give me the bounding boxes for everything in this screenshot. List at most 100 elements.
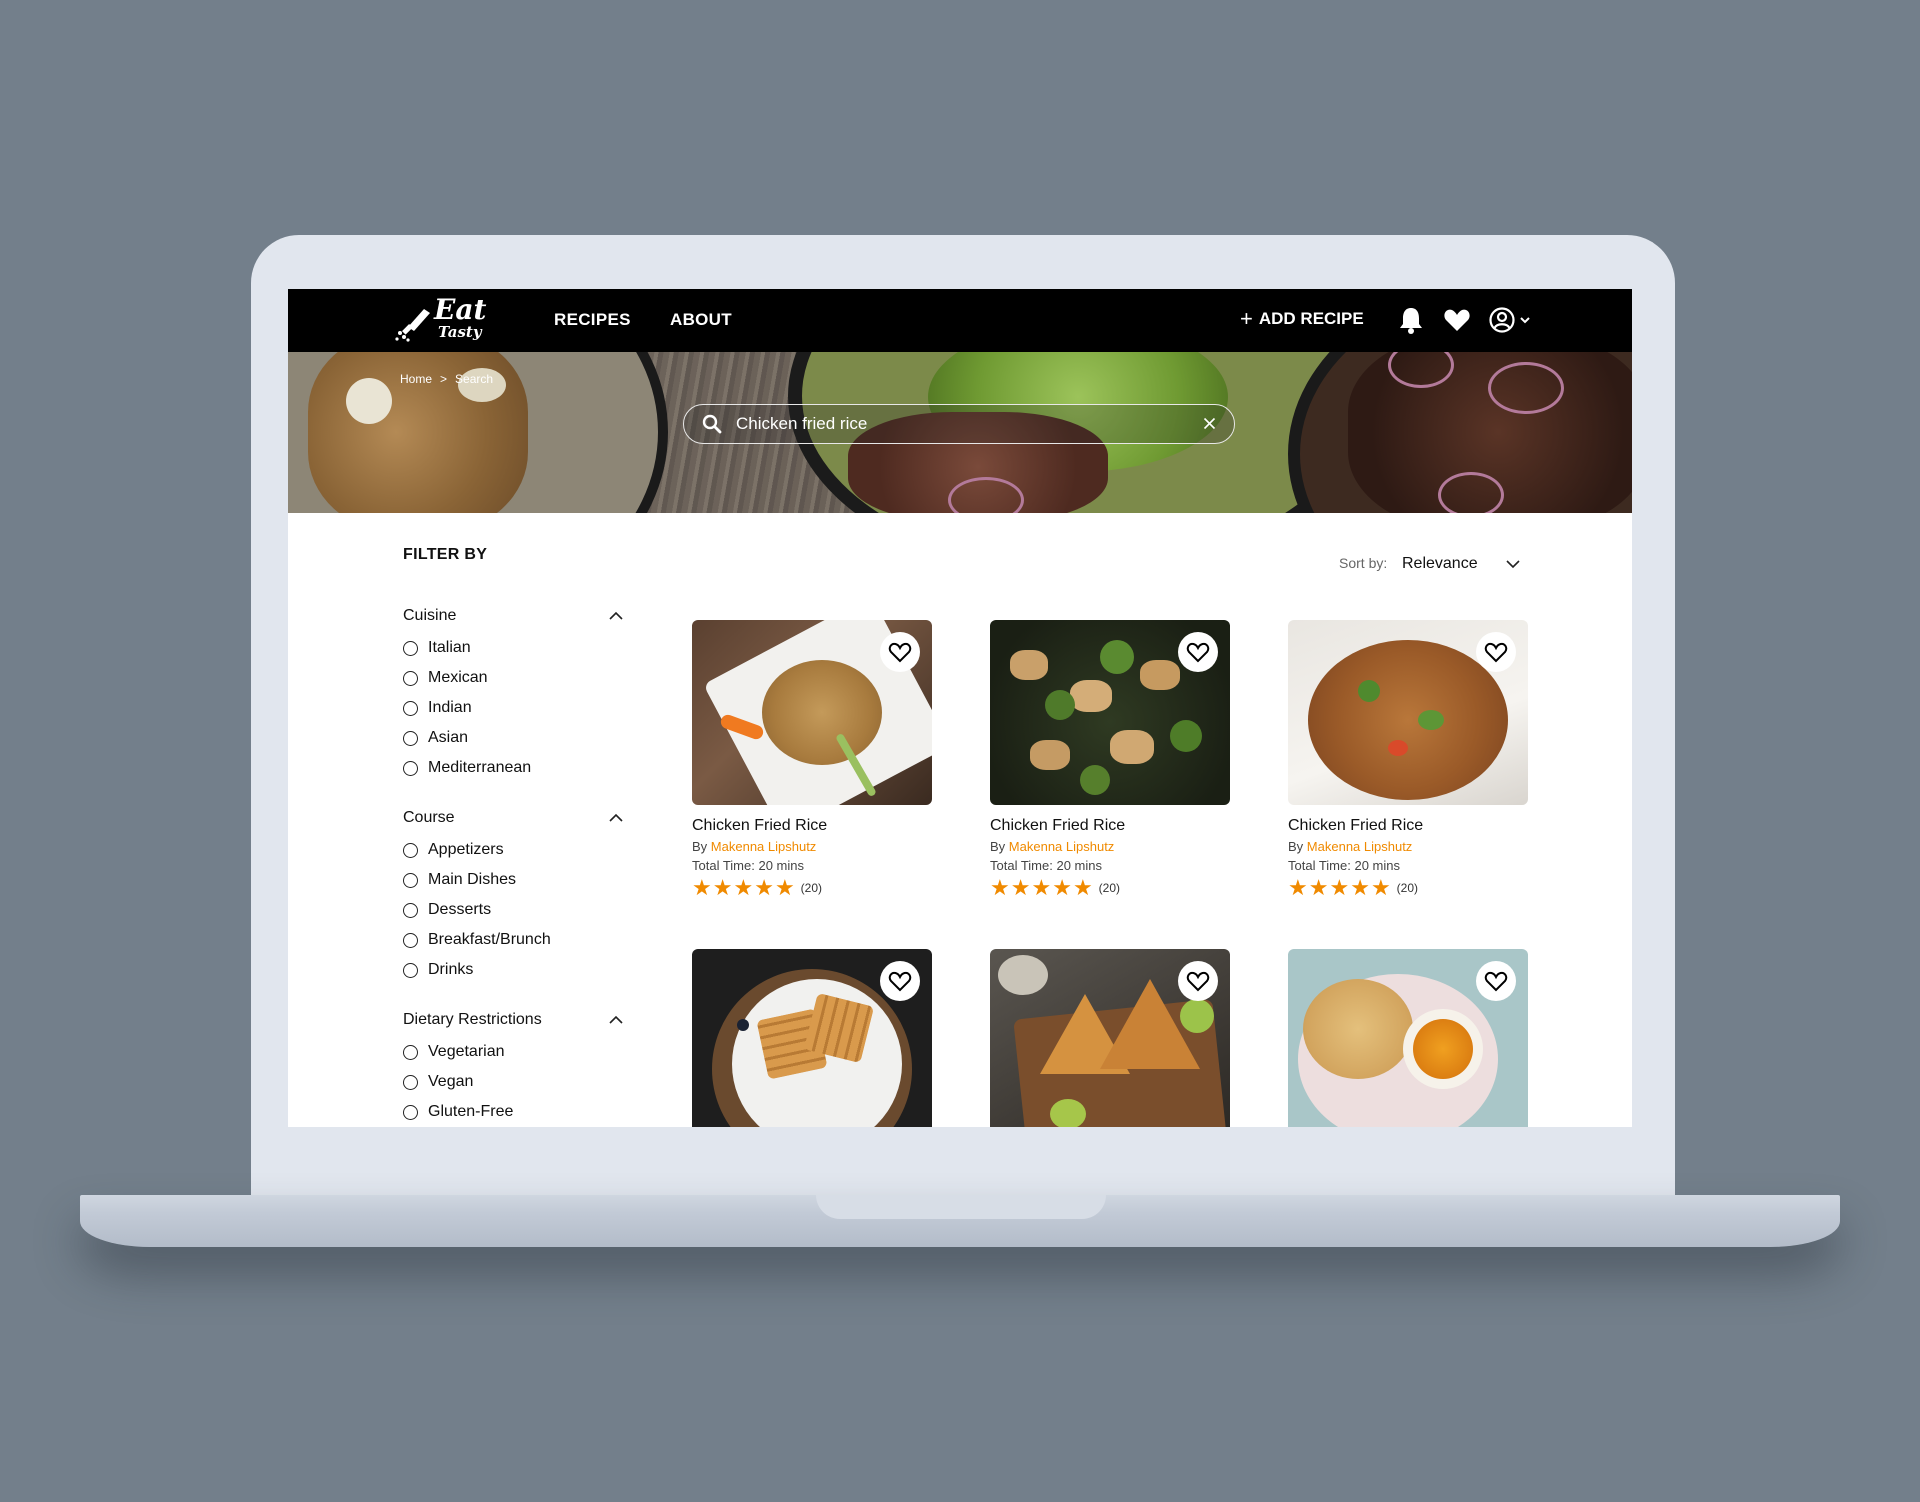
- recipe-author-link[interactable]: Makenna Lipshutz: [1307, 839, 1413, 854]
- filter-option[interactable]: Vegan: [403, 1067, 625, 1097]
- star-icon: ★: [1370, 875, 1391, 900]
- recipe-image-puri-curry[interactable]: [1288, 949, 1528, 1127]
- broccoli: [1100, 640, 1134, 674]
- recipe-title[interactable]: Chicken Fried Rice: [990, 817, 1230, 835]
- radio-button[interactable]: [403, 842, 418, 858]
- radio-button[interactable]: [403, 1074, 418, 1090]
- broccoli: [1170, 720, 1202, 752]
- filter-group-title: Dietary Restrictions: [403, 1011, 542, 1028]
- filter-group-header[interactable]: Dietary Restrictions: [403, 1007, 625, 1037]
- nav-about-link[interactable]: ABOUT: [670, 310, 732, 330]
- recipe-byline: By Makenna Lipshutz: [692, 839, 932, 854]
- filter-option[interactable]: Asian: [403, 723, 625, 753]
- radio-button[interactable]: [403, 1044, 418, 1060]
- chicken: [1140, 660, 1180, 690]
- chevron-down-icon[interactable]: [1520, 316, 1530, 324]
- radio-button[interactable]: [403, 700, 418, 716]
- filter-option[interactable]: Gluten-Free: [403, 1097, 625, 1127]
- favorite-button[interactable]: [1178, 632, 1218, 672]
- radio-button[interactable]: [403, 902, 418, 918]
- recipe-card[interactable]: Chicken Fried Rice By Makenna Lipshutz T…: [692, 620, 932, 899]
- radio-button[interactable]: [403, 640, 418, 656]
- filter-option[interactable]: Desserts: [403, 895, 625, 925]
- chef-knife-icon: [395, 309, 430, 342]
- chevron-down-icon[interactable]: [1506, 560, 1520, 569]
- hero-onion: [1438, 472, 1504, 513]
- filter-option[interactable]: Drinks: [403, 955, 625, 985]
- user-account-icon[interactable]: [1488, 306, 1516, 334]
- filter-option-label: Italian: [428, 639, 471, 656]
- filter-option[interactable]: Main Dishes: [403, 865, 625, 895]
- radio-button[interactable]: [403, 932, 418, 948]
- star-icon: ★: [1350, 875, 1370, 900]
- bell-icon[interactable]: [1398, 306, 1424, 334]
- filter-group-title: Cuisine: [403, 607, 457, 624]
- lime: [1050, 1099, 1086, 1127]
- filter-group-header[interactable]: Cuisine: [403, 603, 625, 633]
- recipe-author-link[interactable]: Makenna Lipshutz: [711, 839, 817, 854]
- filter-option[interactable]: Indian: [403, 693, 625, 723]
- favorite-button[interactable]: [880, 632, 920, 672]
- filter-option-label: Breakfast/Brunch: [428, 931, 551, 948]
- nav-recipes-link[interactable]: RECIPES: [554, 310, 631, 330]
- chevron-up-icon[interactable]: [609, 611, 623, 620]
- search-query-text[interactable]: Chicken fried rice: [736, 414, 867, 434]
- radio-button[interactable]: [403, 760, 418, 776]
- favorite-button[interactable]: [1178, 961, 1218, 1001]
- recipe-card[interactable]: Chicken Fried Rice By Makenna Lipshutz T…: [990, 620, 1230, 899]
- recipe-card[interactable]: [692, 949, 932, 1127]
- filter-group-header[interactable]: Course: [403, 805, 625, 835]
- close-icon[interactable]: [1203, 417, 1216, 430]
- radio-button[interactable]: [403, 1104, 418, 1120]
- radio-button[interactable]: [403, 670, 418, 686]
- star-icon: ★: [1288, 875, 1308, 900]
- logo-word-tasty: Tasty: [438, 323, 482, 341]
- recipe-author-link[interactable]: Makenna Lipshutz: [1009, 839, 1115, 854]
- radio-button[interactable]: [403, 872, 418, 888]
- recipe-image-fried-rice[interactable]: [692, 620, 932, 805]
- breadcrumb-home-link[interactable]: Home: [400, 372, 432, 386]
- recipe-title[interactable]: Chicken Fried Rice: [1288, 817, 1528, 835]
- filter-option[interactable]: Italian: [403, 633, 625, 663]
- add-recipe-button[interactable]: + ADD RECIPE: [1240, 308, 1364, 330]
- recipe-card[interactable]: Chicken Fried Rice By Makenna Lipshutz T…: [1288, 620, 1528, 899]
- brand-logo[interactable]: Eat Tasty: [394, 293, 486, 345]
- filter-option[interactable]: Appetizers: [403, 835, 625, 865]
- filter-option-label: Drinks: [428, 961, 474, 978]
- sort-dropdown[interactable]: Relevance: [1402, 555, 1478, 573]
- recipe-image-waffles[interactable]: [692, 949, 932, 1127]
- recipe-image-chicken-broccoli[interactable]: [990, 620, 1230, 805]
- recipe-card[interactable]: [1288, 949, 1528, 1127]
- favorite-button[interactable]: [1476, 632, 1516, 672]
- filter-option[interactable]: Mexican: [403, 663, 625, 693]
- favorite-button[interactable]: [1476, 961, 1516, 1001]
- chevron-up-icon[interactable]: [609, 813, 623, 822]
- recipe-byline: By Makenna Lipshutz: [1288, 839, 1528, 854]
- star-icon: ★: [774, 875, 795, 900]
- recipe-image-samosas[interactable]: [990, 949, 1230, 1127]
- filter-option-label: Mediterranean: [428, 759, 532, 776]
- broccoli: [1080, 765, 1110, 795]
- filter-group-title: Course: [403, 809, 455, 826]
- recipe-title[interactable]: Chicken Fried Rice: [692, 817, 932, 835]
- radio-button[interactable]: [403, 730, 418, 746]
- heart-icon[interactable]: [1443, 306, 1471, 334]
- filter-option[interactable]: Mediterranean: [403, 753, 625, 783]
- lime: [1180, 999, 1214, 1033]
- byline-prefix: By: [990, 839, 1006, 854]
- chevron-up-icon[interactable]: [609, 1015, 623, 1024]
- byline-prefix: By: [692, 839, 708, 854]
- sort-label: Sort by:: [1339, 555, 1388, 571]
- star-icon: ★: [733, 875, 754, 900]
- favorite-button[interactable]: [880, 961, 920, 1001]
- filter-option-label: Gluten-Free: [428, 1103, 514, 1120]
- filter-option-label: Asian: [428, 729, 469, 746]
- recipe-image-noodles[interactable]: [1288, 620, 1528, 805]
- search-input[interactable]: Chicken fried rice: [683, 404, 1235, 444]
- curry: [1413, 1019, 1473, 1079]
- filter-option[interactable]: Vegetarian: [403, 1037, 625, 1067]
- star-icon: ★: [754, 875, 774, 900]
- filter-option[interactable]: Breakfast/Brunch: [403, 925, 625, 955]
- recipe-card[interactable]: [990, 949, 1230, 1127]
- radio-button[interactable]: [403, 962, 418, 978]
